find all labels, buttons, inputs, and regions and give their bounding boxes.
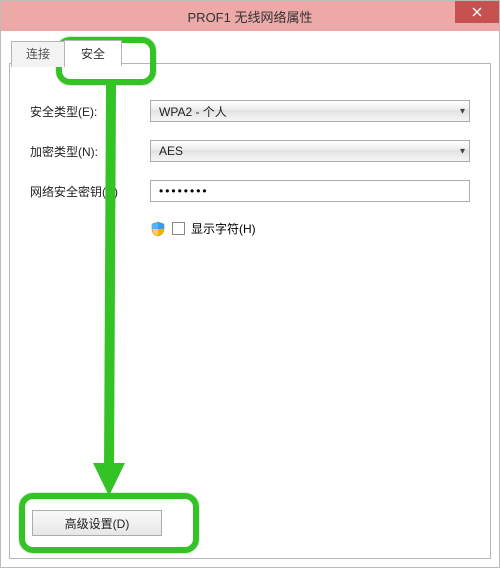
close-button[interactable] [455,1,499,23]
tab-security[interactable]: 安全 [64,40,122,66]
row-security-key: 网络安全密钥(K) •••••••• [30,180,470,202]
chevron-down-icon: ▾ [460,146,465,157]
tab-strip: 连接 安全 [11,39,491,65]
chevron-down-icon: ▾ [460,106,465,117]
advanced-settings-label: 高级设置(D) [65,515,130,532]
tab-connect-label: 连接 [26,47,50,61]
shield-icon [150,221,166,237]
row-encryption-type: 加密类型(N): AES ▾ [30,140,470,162]
security-type-label: 安全类型(E): [30,103,150,120]
security-key-value: •••••••• [159,184,209,198]
encryption-type-value: AES [159,144,183,158]
window-title: PROF1 无线网络属性 [188,7,313,26]
encryption-type-select[interactable]: AES ▾ [150,140,470,162]
security-key-input[interactable]: •••••••• [150,180,470,202]
tab-panel-security: 安全类型(E): WPA2 - 个人 ▾ 加密类型(N): AES ▾ 网络安全… [9,63,491,559]
tab-connect[interactable]: 连接 [11,41,65,67]
close-icon [472,5,482,20]
tab-control: 连接 安全 安全类型(E): WPA2 - 个人 ▾ 加密类型(N): [9,39,491,559]
security-type-value: WPA2 - 个人 [159,103,227,120]
show-characters-checkbox[interactable] [172,222,185,235]
dialog-window: PROF1 无线网络属性 连接 安全 安全类型(E): [0,0,500,568]
security-type-select[interactable]: WPA2 - 个人 ▾ [150,100,470,122]
tab-security-label: 安全 [81,47,105,61]
client-area: 连接 安全 安全类型(E): WPA2 - 个人 ▾ 加密类型(N): [1,31,499,567]
row-show-characters: 显示字符(H) [150,220,470,237]
security-key-label: 网络安全密钥(K) [30,183,150,200]
titlebar: PROF1 无线网络属性 [1,1,499,31]
advanced-settings-button[interactable]: 高级设置(D) [32,510,162,536]
show-characters-label: 显示字符(H) [191,220,256,237]
row-security-type: 安全类型(E): WPA2 - 个人 ▾ [30,100,470,122]
encryption-type-label: 加密类型(N): [30,143,150,160]
